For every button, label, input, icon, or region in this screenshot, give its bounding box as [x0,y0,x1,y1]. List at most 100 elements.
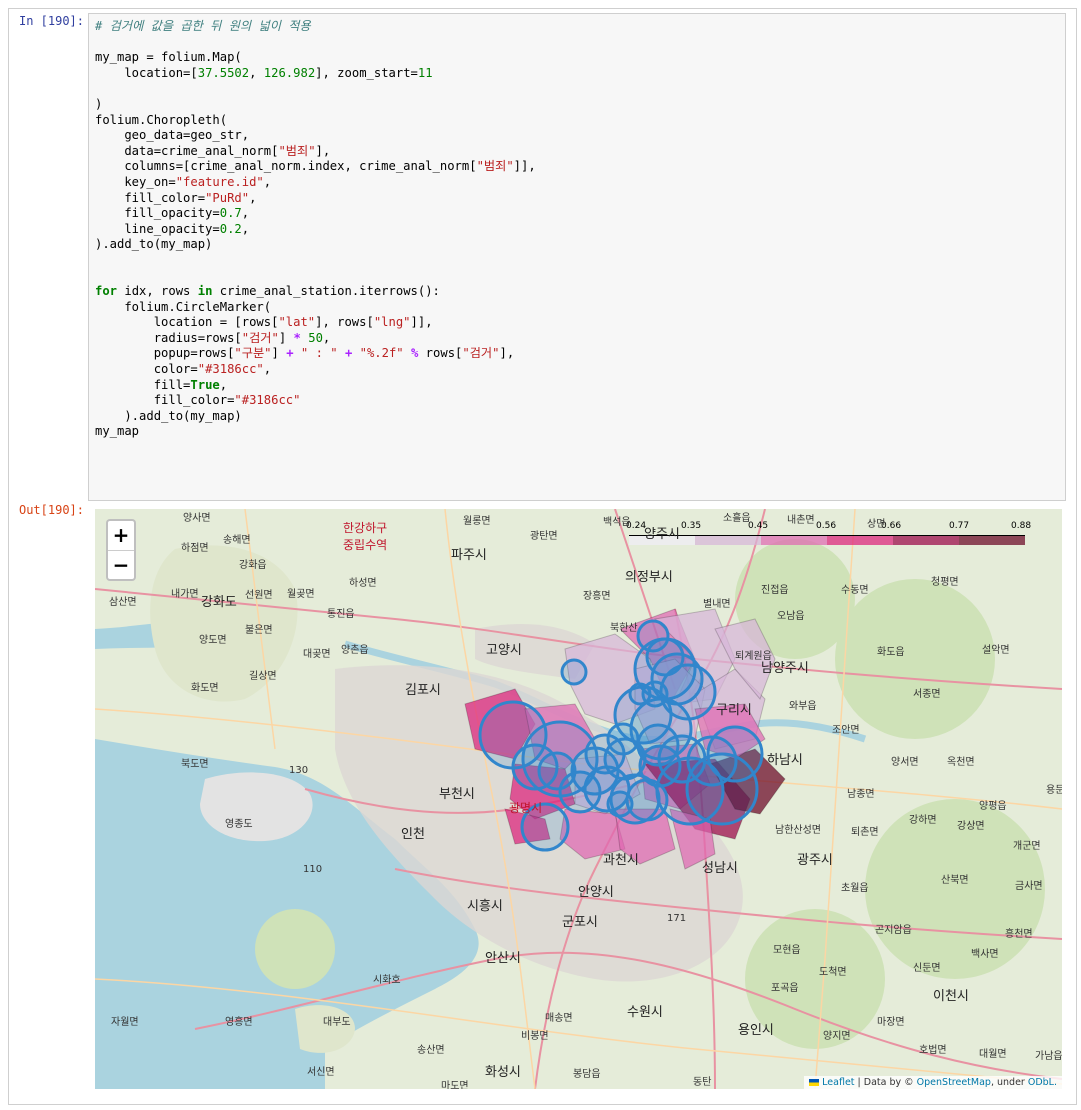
place-label: 강화도 [201,595,237,610]
place-label: 김포시 [405,683,441,698]
folium-map[interactable]: + − 0.24 0.35 0.45 0.56 0.66 0.77 0.88 양사면 하점면 송… [95,509,1062,1089]
place-label: 초월읍 [841,883,869,894]
output-prompt: Out[190]: [18,503,84,517]
ukraine-flag-icon [809,1079,820,1086]
place-label: 하성면 [349,578,377,589]
place-label: 흥천면 [1005,929,1033,940]
code-line: folium.Choropleth( [95,112,228,127]
place-label: 광명시 [509,801,543,815]
place-label: 광탄면 [530,531,558,542]
code-line: fill_color="PuRd", [95,190,257,205]
code-line: ) [95,96,103,111]
place-label: 모현읍 [773,945,801,956]
place-label: 조안면 [832,725,860,736]
code-line: location=[37.5502, 126.982], zoom_start=… [95,65,433,80]
place-label: 화도읍 [877,647,905,658]
place-label: 대월면 [979,1049,1007,1060]
place-label: 설악면 [982,645,1010,656]
openstreetmap-link[interactable]: OpenStreetMap [917,1077,991,1088]
code-line: ​ [95,269,1059,285]
circle-marker[interactable] [685,752,759,826]
place-label: 수원시 [627,1005,663,1020]
zoom-in-button[interactable]: + [108,521,134,551]
circle-marker[interactable] [625,778,669,822]
legend-swatch [761,536,827,545]
place-label: 불은면 [245,625,273,636]
code-line: columns=[crime_anal_norm.index, crime_an… [95,159,536,174]
place-label: 마장면 [877,1017,905,1028]
place-label: 송해면 [223,535,251,546]
legend-swatch [695,536,761,545]
place-label: 서종면 [913,689,941,700]
place-label: 진접읍 [761,585,789,596]
place-label: 양도면 [199,635,227,646]
place-label: 시흥시 [467,899,503,914]
place-label: 수동면 [841,585,869,596]
place-label: 마도면 [441,1081,469,1089]
place-label: 부천시 [439,787,475,802]
place-label: 퇴촌면 [851,827,879,838]
legend-tick: 0.45 [748,521,769,531]
code-line: my_map = folium.Map( [95,50,242,65]
place-label: 산북면 [941,875,969,886]
place-label: 서신면 [307,1067,335,1078]
place-label: 월롱면 [463,516,491,527]
place-label: 자월면 [111,1017,139,1028]
map-attribution: Leaflet | Data by © OpenStreetMap, under… [804,1076,1062,1089]
legend-tick: 0.35 [681,521,702,531]
place-label: 안산시 [485,951,521,966]
place-label: 월곶면 [287,589,315,600]
forest [835,579,995,739]
place-label: 양촌읍 [341,645,369,656]
place-label: 포곡읍 [771,983,799,994]
place-label: 하점면 [181,543,209,554]
code-line: data=crime_anal_norm["범죄"], [95,143,331,158]
place-label: 호법면 [919,1045,947,1056]
code-line: for idx, rows in crime_anal_station.iter… [95,284,440,299]
place-label: 구리시 [716,703,752,718]
zoom-control: + − [106,519,136,581]
place-label: 대부도 [323,1017,351,1028]
place-label: 군포시 [562,915,598,930]
place-label: 매송면 [545,1013,573,1024]
circle-marker[interactable] [606,722,640,756]
code-line: key_on="feature.id", [95,174,272,189]
place-label: 과천시 [603,853,639,868]
place-label: 인천 [401,827,425,842]
odbl-link[interactable]: ODbL. [1028,1077,1057,1088]
place-label: 시화호 [373,975,401,986]
place-label: 영종도 [225,819,253,830]
place-label: 양서면 [891,757,919,768]
code-line: fill=True, [95,377,228,392]
code-line: location = [rows["lat"], rows["lng"]], [95,315,433,330]
place-label: 광주시 [797,853,833,868]
legend-tick: 0.56 [816,521,837,531]
place-label: 양주시 [644,527,680,542]
leaflet-link[interactable]: Leaflet [822,1077,854,1088]
place-label: 개군면 [1013,841,1041,852]
place-label: 171 [667,913,687,924]
circle-marker[interactable] [628,682,652,706]
circle-marker[interactable] [558,770,602,814]
place-label: 110 [303,864,323,875]
place-label: 남한산성면 [775,825,821,836]
place-label: 130 [289,765,309,776]
code-line: fill_color="#3186cc" [95,393,301,408]
place-label: 도척면 [819,967,847,978]
place-label: 금사면 [1015,881,1043,892]
forest [255,909,335,989]
place-label: 용인시 [738,1023,774,1038]
legend-tick: 0.77 [949,521,970,531]
place-label: 옥천면 [947,757,975,768]
place-label: 내가면 [171,589,199,600]
zoom-out-button[interactable]: − [108,551,134,580]
place-label: 강화읍 [239,560,267,571]
place-label: 대곶면 [303,649,331,660]
code-line: ​ [95,35,1059,51]
circle-marker[interactable] [560,658,588,686]
place-label: 백석읍 [603,517,631,528]
place-label: 송산면 [417,1045,445,1056]
place-label: 청평면 [931,577,959,588]
code-editor[interactable]: # 검거에 값을 곱한 뒤 원의 넓이 적용​my_map = folium.M… [88,13,1066,501]
place-label: 곤지암읍 [875,925,912,936]
